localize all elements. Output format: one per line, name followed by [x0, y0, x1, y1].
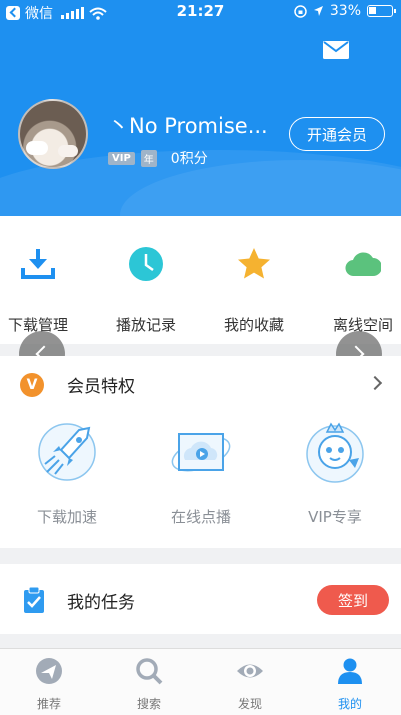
privilege-vip-exclusive[interactable]: VIP专享	[270, 420, 400, 527]
privilege-label: 在线点播	[170, 508, 231, 526]
bottom-tab-bar: 推荐 搜索 发现 我的	[0, 648, 401, 715]
user-icon	[338, 658, 362, 684]
my-tasks-title: 我的任务	[67, 593, 135, 613]
username[interactable]: 丶No Promise...	[108, 110, 268, 140]
my-tasks-row[interactable]: 我的任务 签到	[0, 564, 401, 634]
privilege-label: VIP专享	[308, 508, 362, 526]
clock-icon	[129, 247, 163, 281]
search-icon	[136, 658, 163, 685]
status-right: 33%	[294, 3, 396, 19]
open-vip-button[interactable]: 开通会员	[289, 117, 385, 151]
status-bar: 微信 21:27 33%	[0, 0, 401, 24]
quick-action-favorites[interactable]: 我的收藏	[209, 246, 299, 335]
clipboard-icon	[24, 586, 44, 613]
vip-privileges-section: V 会员特权 下载加速 在线点播 VIP专享	[0, 356, 401, 548]
tab-mine[interactable]: 我的	[315, 657, 385, 712]
download-icon	[21, 249, 55, 279]
recommend-icon	[36, 658, 62, 684]
tab-label: 发现	[237, 697, 262, 711]
quick-action-label: 我的收藏	[223, 316, 284, 334]
vip-section-title[interactable]: 会员特权	[67, 372, 135, 397]
points-label[interactable]: 0积分	[171, 148, 208, 168]
battery-percent: 33%	[329, 3, 361, 19]
privilege-online-play[interactable]: 在线点播	[136, 420, 266, 527]
battery-icon	[367, 5, 396, 17]
quick-action-offline[interactable]: 离线空间	[318, 246, 401, 335]
user-badges: VIP 年 0积分	[108, 148, 208, 168]
vip-logo-icon: V	[20, 373, 44, 397]
tab-label: 搜索	[136, 697, 161, 711]
tab-label: 我的	[337, 697, 362, 711]
mascot-icon	[306, 422, 364, 483]
quick-action-label: 播放记录	[115, 316, 176, 334]
quick-action-history[interactable]: 播放记录	[101, 246, 191, 335]
quick-action-downloads[interactable]: 下载管理	[0, 246, 83, 335]
vip-badge: VIP	[108, 151, 135, 165]
star-icon	[238, 248, 270, 279]
avatar[interactable]	[18, 99, 88, 169]
tab-discover[interactable]: 发现	[215, 657, 285, 712]
video-play-icon	[171, 433, 231, 472]
privilege-label: 下载加速	[36, 508, 97, 526]
checkin-button[interactable]: 签到	[317, 585, 389, 615]
mail-icon[interactable]	[322, 40, 350, 60]
eye-icon	[237, 664, 263, 678]
tab-recommend[interactable]: 推荐	[14, 657, 84, 712]
quick-actions: 下载管理 播放记录 我的收藏 离线空间	[0, 216, 401, 344]
rotation-lock-icon	[294, 4, 307, 18]
location-icon	[313, 6, 323, 16]
rocket-icon	[38, 423, 96, 481]
tab-search[interactable]: 搜索	[114, 657, 184, 712]
year-badge: 年	[140, 149, 157, 167]
chevron-right-icon[interactable]	[367, 375, 383, 391]
privilege-download-speed[interactable]: 下载加速	[2, 420, 132, 527]
tab-label: 推荐	[36, 697, 61, 711]
cloud-icon	[345, 252, 382, 277]
profile-header: 微信 21:27 33% 丶No Promise... VIP 年 0积分 开通…	[0, 0, 401, 216]
